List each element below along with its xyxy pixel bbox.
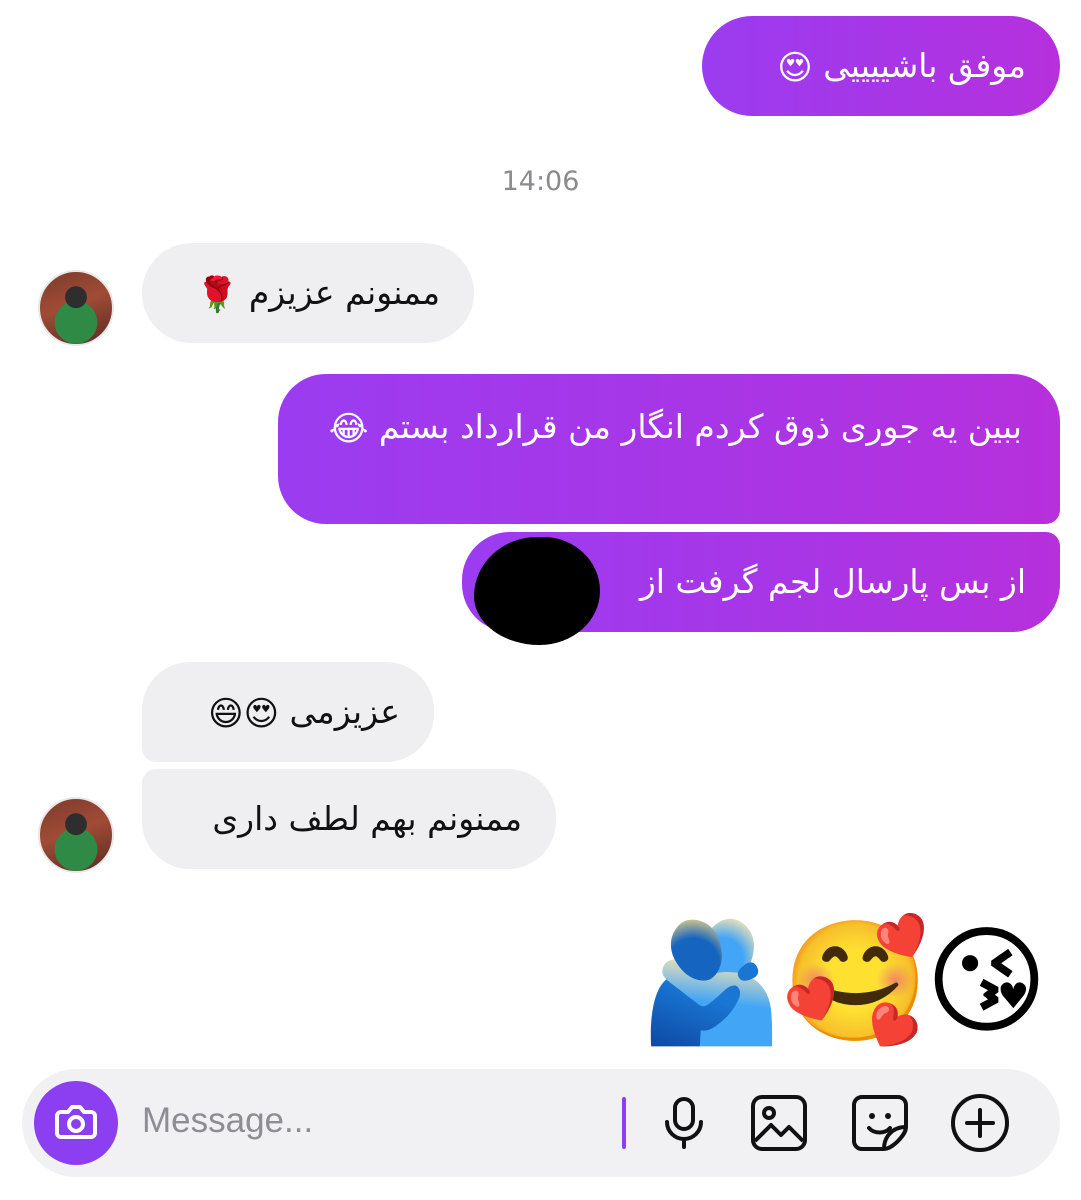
message-input[interactable]: Message... <box>142 1101 313 1141</box>
message-bubble-incoming[interactable]: ممنونم عزیزم 🌹 <box>142 243 474 343</box>
camera-button[interactable] <box>34 1081 118 1165</box>
microphone-icon <box>665 1097 703 1149</box>
people-hugging-emoji[interactable]: 🫂 <box>638 916 785 1046</box>
redaction-mark <box>474 537 600 645</box>
text-cursor <box>622 1097 626 1149</box>
message-text: ببین یه جوری ذوق کردم انگار من قرارداد ب… <box>378 407 1022 446</box>
avatar[interactable] <box>38 797 114 873</box>
tears-of-joy-emoji: 😂 <box>328 408 369 449</box>
emoji-pair: 😍😄 <box>208 693 280 734</box>
sticker-button[interactable] <box>848 1091 912 1155</box>
chat-screen: موفق باشییییی 😍 14:06 ممنونم عزیزم 🌹 ببی… <box>0 0 1081 1200</box>
heart-eyes-emoji: 😍 <box>777 47 813 88</box>
message-bubble-outgoing[interactable]: موفق باشییییی 😍 <box>702 16 1060 116</box>
add-button[interactable] <box>948 1091 1012 1155</box>
message-text: ممنونم بهم لطف داری <box>212 799 522 838</box>
image-icon <box>751 1095 807 1151</box>
message-text: از بس پارسال لجم گرفت از <box>639 562 1026 601</box>
avatar[interactable] <box>38 270 114 346</box>
face-blowing-kiss-emoji[interactable]: 😘 <box>925 916 1048 1046</box>
smiling-face-with-hearts-emoji[interactable]: 🥰 <box>782 916 929 1046</box>
camera-icon <box>55 1105 97 1139</box>
message-bubble-incoming[interactable]: عزیزمی 😍😄 <box>142 662 434 762</box>
message-text: ممنونم عزیزم <box>248 273 440 312</box>
timestamp: 14:06 <box>501 166 580 197</box>
message-bubble-incoming[interactable]: ممنونم بهم لطف داری <box>142 769 556 869</box>
message-composer: Message... <box>22 1069 1060 1177</box>
plus-circle-icon <box>951 1094 1009 1152</box>
message-text: عزیزمی <box>289 692 400 731</box>
rose-emoji: 🌹 <box>196 274 239 315</box>
microphone-button[interactable] <box>652 1091 716 1155</box>
message-text: موفق باشییییی <box>823 46 1026 85</box>
gallery-button[interactable] <box>747 1091 811 1155</box>
sticker-icon <box>852 1095 908 1151</box>
message-bubble-outgoing[interactable]: ببین یه جوری ذوق کردم انگار من قرارداد ب… <box>278 374 1060 524</box>
